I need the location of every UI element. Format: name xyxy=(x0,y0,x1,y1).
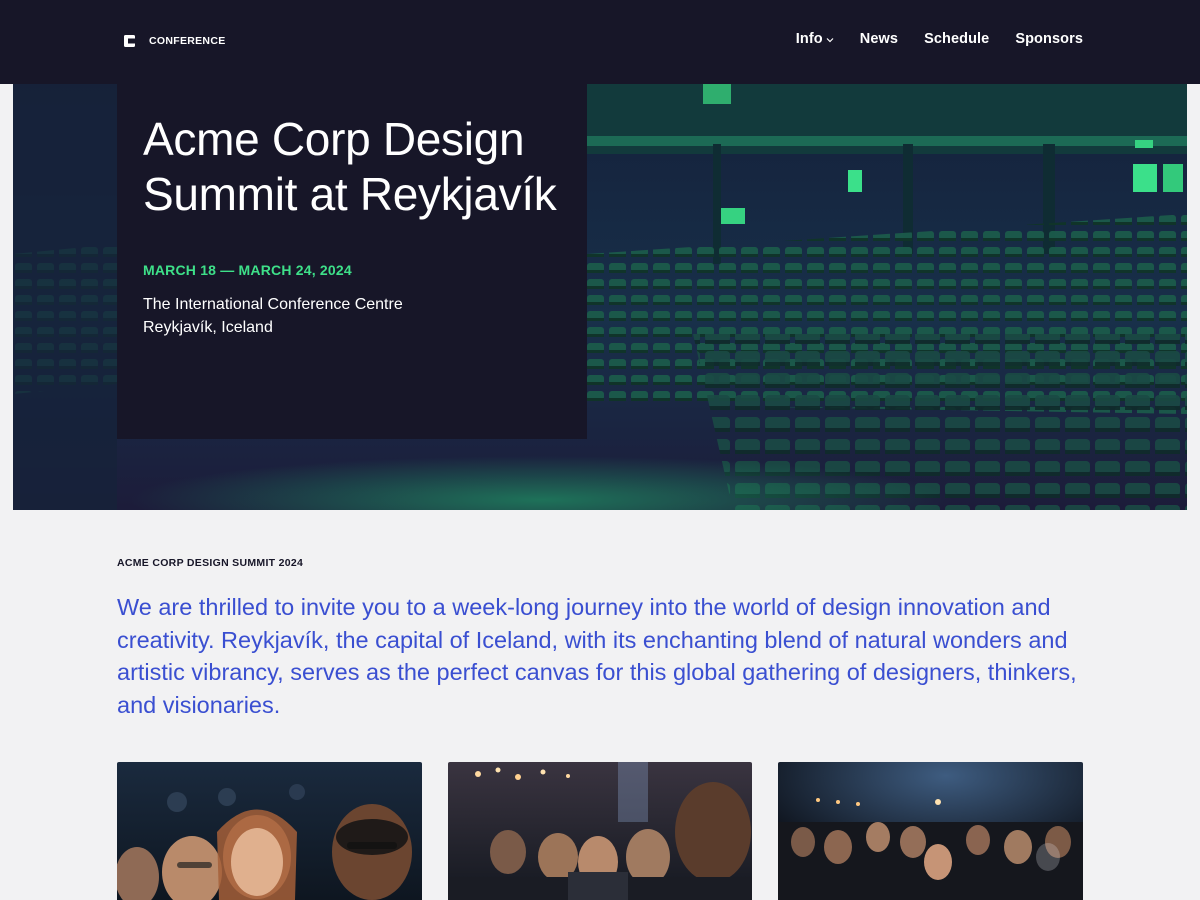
main-nav: Info News Schedule Sponsors xyxy=(796,31,1083,47)
logo-link[interactable]: CONFERENCE xyxy=(124,35,226,47)
site-header: CONFERENCE Info News Schedule Sponsors xyxy=(0,0,1200,84)
audience-photo-image xyxy=(117,762,422,900)
audience-photo-image xyxy=(447,762,753,900)
logo-text: CONFERENCE xyxy=(149,35,226,47)
section-eyebrow: ACME CORP DESIGN SUMMIT 2024 xyxy=(117,557,304,569)
photo-card xyxy=(778,762,1084,900)
nav-schedule[interactable]: Schedule xyxy=(924,31,989,47)
venue-name: The International Conference Centre xyxy=(143,296,403,313)
nav-info[interactable]: Info xyxy=(796,31,834,47)
nav-news[interactable]: News xyxy=(860,31,898,47)
venue-city: Reykjavík, Iceland xyxy=(143,319,273,336)
hero-title: Acme Corp Design Summit at Reykjavík xyxy=(143,113,557,220)
intro-section: ACME CORP DESIGN SUMMIT 2024 We are thri… xyxy=(117,557,1083,721)
photo-card xyxy=(447,762,753,900)
chevron-down-icon xyxy=(826,38,834,43)
audience-photo-image xyxy=(778,762,1084,900)
nav-info-label: Info xyxy=(795,31,823,47)
conference-logo-icon xyxy=(124,35,135,47)
photo-cards xyxy=(117,762,1084,900)
event-dates: MARCH 18 — MARCH 24, 2024 xyxy=(143,262,352,278)
hero: Acme Corp Design Summit at Reykjavík MAR… xyxy=(13,84,1187,510)
intro-lead: We are thrilled to invite you to a week-… xyxy=(117,594,1077,718)
nav-sponsors[interactable]: Sponsors xyxy=(1015,31,1083,47)
hero-card: Acme Corp Design Summit at Reykjavík MAR… xyxy=(117,84,587,439)
photo-card xyxy=(117,762,422,900)
event-venue: The International Conference Centre Reyk… xyxy=(143,293,561,339)
